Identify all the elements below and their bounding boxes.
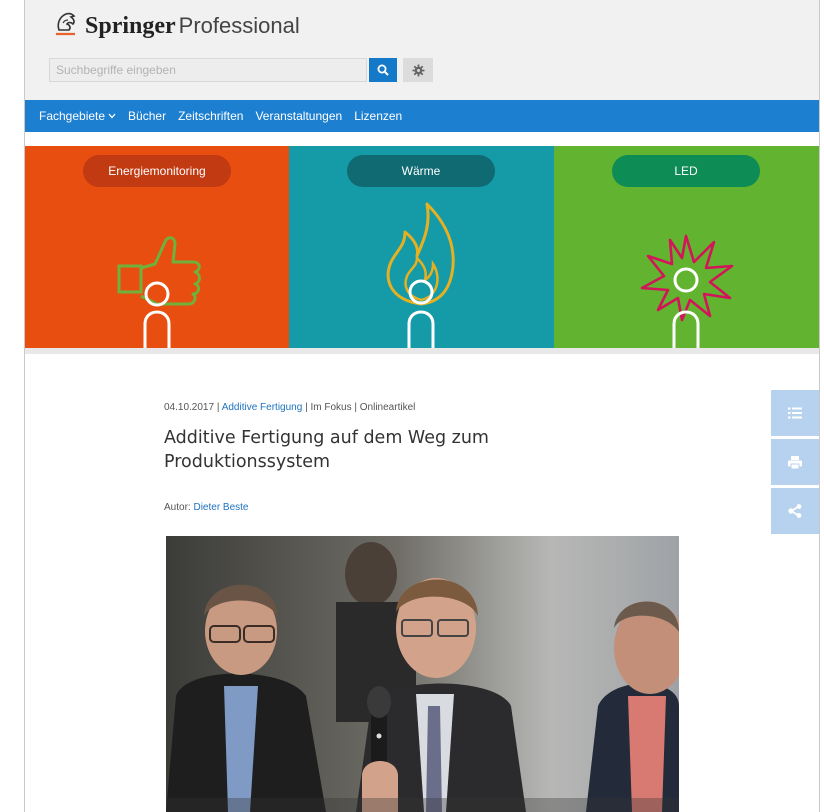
article-meta: 04.10.2017 | Additive Fertigung | Im Fok… [164, 402, 415, 413]
search-input[interactable] [49, 58, 367, 82]
banner-divider [25, 348, 819, 354]
nav-item-fachgebiete[interactable]: Fachgebiete [39, 109, 116, 123]
search-icon [377, 64, 389, 76]
meta-separator: | [354, 402, 357, 413]
banner-panel-led[interactable]: LED [554, 146, 819, 350]
banner-panel-energiemonitoring[interactable]: Energiemonitoring [25, 146, 289, 350]
article-date: 04.10.2017 [164, 402, 215, 413]
nav-item-lizenzen[interactable]: Lizenzen [354, 109, 402, 123]
settings-button[interactable] [403, 58, 433, 82]
site-header: Springer Professional [25, 0, 819, 100]
logo-text-professional: Professional [178, 13, 300, 38]
table-of-contents-button[interactable] [771, 390, 819, 436]
site-logo[interactable]: Springer Professional [51, 10, 300, 42]
nav-item-label: Lizenzen [354, 109, 403, 123]
logo-text-springer: Springer [85, 12, 176, 39]
nav-item-label: Veranstaltungen [255, 109, 343, 123]
article-section: Im Fokus [310, 402, 352, 413]
nav-item-label: Fachgebiete [39, 109, 106, 123]
flame-bulb-icon [386, 202, 455, 350]
page-frame: Springer Professional Suchbegriffe einge… [24, 0, 820, 812]
article-title: Additive Fertigung auf dem Weg zum Produ… [164, 428, 489, 472]
article-category-link[interactable]: Additive Fertigung [222, 402, 303, 413]
main-navigation: Fachgebiete Bücher Zeitschriften Veranst… [25, 100, 819, 132]
side-toolbar [771, 390, 819, 537]
author-label: Autor: [164, 502, 191, 513]
print-button[interactable] [771, 439, 819, 485]
article-type: Onlineartikel [359, 402, 416, 413]
list-icon [788, 407, 802, 419]
article-photo [166, 536, 679, 812]
search-button[interactable] [369, 58, 397, 82]
print-icon [788, 455, 802, 469]
article-author: Autor: Dieter Beste [164, 502, 249, 513]
nav-item-buecher[interactable]: Bücher [128, 109, 166, 123]
topic-pill-waerme[interactable]: Wärme [347, 155, 495, 187]
nav-item-zeitschriften[interactable]: Zeitschriften [178, 109, 243, 123]
horse-logo-icon [56, 12, 76, 36]
nav-item-veranstaltungen[interactable]: Veranstaltungen [255, 109, 342, 123]
banner-panel-waerme[interactable]: Wärme [289, 146, 554, 350]
topic-banner: Energiemonitoring Wärme LED [25, 146, 819, 350]
starburst-bulb-icon [640, 234, 734, 350]
topic-pill-energiemonitoring[interactable]: Energiemonitoring [83, 155, 231, 187]
thumbs-up-bulb-icon [117, 236, 201, 350]
gear-icon [411, 63, 425, 77]
nav-item-label: Bücher [128, 109, 167, 123]
meta-separator: | [216, 402, 220, 413]
nav-item-label: Zeitschriften [178, 109, 244, 123]
meta-separator: | [305, 402, 308, 413]
share-button[interactable] [771, 488, 819, 534]
share-icon [788, 504, 802, 518]
photo-illustration [166, 536, 679, 812]
chevron-down-icon [108, 113, 116, 119]
author-link[interactable]: Dieter Beste [193, 502, 248, 513]
topic-pill-led[interactable]: LED [612, 155, 760, 187]
